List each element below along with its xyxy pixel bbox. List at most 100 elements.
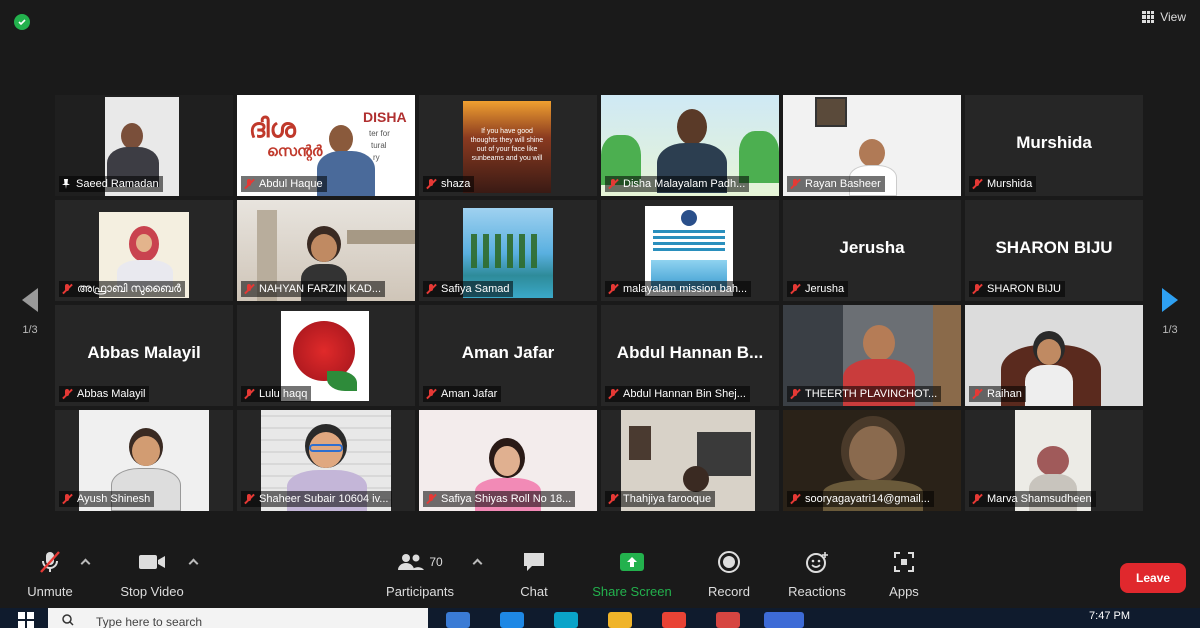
view-button-label: View: [1160, 10, 1186, 24]
participant-name-label: Murshida: [969, 176, 1037, 192]
participant-tile-murshida[interactable]: Murshida Murshida: [965, 95, 1143, 196]
participant-tile-jerusha[interactable]: Jerusha Jerusha: [783, 200, 961, 301]
participant-tile-shaza[interactable]: If you have good thoughts they will shin…: [419, 95, 597, 196]
mail-icon[interactable]: [500, 612, 524, 628]
participant-tile-safiya-shiyas-roll-no-18[interactable]: Safiya Shiyas Roll No 18...: [419, 410, 597, 511]
participant-name: shaza: [441, 178, 471, 190]
chrome-icon[interactable]: [662, 612, 686, 628]
video-options-caret[interactable]: [188, 558, 199, 569]
leave-button[interactable]: Leave: [1120, 563, 1186, 593]
unmute-button[interactable]: Unmute: [22, 548, 78, 599]
participant-tile-sharon-biju[interactable]: SHARON BIJU SHARON BIJU: [965, 200, 1143, 301]
muted-mic-icon: [425, 388, 437, 400]
participant-name-label: Raihan: [969, 386, 1026, 402]
participant-tile-aman-jafar[interactable]: Aman Jafar Aman Jafar: [419, 305, 597, 406]
stop-video-button[interactable]: Stop Video: [116, 548, 188, 599]
participant-name-label: Jerusha: [787, 281, 849, 297]
participant-tile-marva-shamsudheen[interactable]: Marva Shamsudheen: [965, 410, 1143, 511]
participant-tile-nahyan-farzin-kad[interactable]: NAHYAN FARZIN KAD...: [237, 200, 415, 301]
participant-name: Murshida: [987, 178, 1033, 190]
participant-tile-raihan[interactable]: Raihan: [965, 305, 1143, 406]
encryption-shield-icon[interactable]: [14, 14, 30, 30]
participant-tile-lulu-haqq[interactable]: Lulu haqq: [237, 305, 415, 406]
participant-name: Ayush Shinesh: [77, 493, 151, 505]
share-screen-label: Share Screen: [592, 584, 672, 599]
windows-taskbar: Type here to search 7:47 PM: [0, 608, 1200, 628]
stop-video-label: Stop Video: [120, 584, 184, 599]
participant-gallery: Saeed Ramadan ദിശ സെന്റർ DISHA ter for tural r…: [55, 95, 1143, 515]
participants-icon-wrap: 70: [380, 548, 460, 576]
muted-mic-icon: [22, 548, 78, 576]
participant-display-name: Aman Jafar: [461, 343, 555, 362]
view-button[interactable]: View: [1142, 10, 1186, 24]
smiley-icon: [786, 548, 848, 576]
muted-mic-icon: [789, 493, 801, 505]
participant-tile-participant[interactable]: അഫ്രാബി സുബൈർ: [55, 200, 233, 301]
task-view-icon[interactable]: [446, 612, 470, 628]
reactions-label: Reactions: [788, 584, 846, 599]
apps-icon: [884, 548, 924, 576]
muted-mic-icon: [243, 283, 255, 295]
disha-title: DISHA: [363, 109, 407, 125]
participant-name-label: Disha Malayalam Padh...: [605, 176, 750, 192]
participant-name: sooryagayatri14@gmail...: [805, 493, 930, 505]
participant-name-label: SHARON BIJU: [969, 281, 1065, 297]
participant-tile-shaheer-subair-10604-iv[interactable]: Shaheer Subair 10604 iv...: [237, 410, 415, 511]
grid-view-icon: [1142, 11, 1155, 23]
apps-button[interactable]: Apps: [884, 548, 924, 599]
audio-options-caret[interactable]: [80, 558, 91, 569]
participant-tile-disha-malayalam-padh[interactable]: Disha Malayalam Padh...: [601, 95, 779, 196]
participant-tile-saeed-ramadan[interactable]: Saeed Ramadan: [55, 95, 233, 196]
participant-name-label: Safiya Shiyas Roll No 18...: [423, 491, 576, 507]
chat-label: Chat: [520, 584, 548, 599]
chat-button[interactable]: Chat: [514, 548, 554, 599]
next-page-button[interactable]: 1/3: [1160, 288, 1180, 336]
participant-tile-safiya-samad[interactable]: Safiya Samad: [419, 200, 597, 301]
participant-tile-malayalam-mission-bah[interactable]: malayalam mission bah...: [601, 200, 779, 301]
participant-tile-abbas-malayil[interactable]: Abbas Malayil Abbas Malayil: [55, 305, 233, 406]
participant-tile-rayan-basheer[interactable]: Rayan Basheer: [783, 95, 961, 196]
taskbar-clock: 7:47 PM: [1089, 610, 1130, 622]
participant-tile-ayush-shinesh[interactable]: Ayush Shinesh: [55, 410, 233, 511]
participants-options-caret[interactable]: [472, 558, 483, 569]
participant-name-label: sooryagayatri14@gmail...: [787, 491, 934, 507]
participant-display-name: Abdul Hannan B...: [616, 343, 764, 362]
share-screen-icon: [592, 548, 672, 576]
file-explorer-icon[interactable]: [608, 612, 632, 628]
disha-malayalam-logo: ദിശ: [249, 113, 296, 143]
windows-start-icon[interactable]: [18, 612, 34, 628]
participant-tile-abdul-haque[interactable]: ദിശ സെന്റർ DISHA ter for tural ry Abdul Haque: [237, 95, 415, 196]
muted-mic-icon: [425, 283, 437, 295]
muted-mic-icon: [789, 283, 801, 295]
participant-name-label: THEERTH PLAVINCHOT...: [787, 386, 942, 402]
participant-name: Disha Malayalam Padh...: [623, 178, 746, 190]
zoom-taskbar-icon[interactable]: [764, 612, 804, 628]
share-screen-button[interactable]: Share Screen: [592, 548, 672, 599]
participant-name: അഫ്രാബി സുബൈർ: [77, 282, 181, 295]
video-camera-icon: [116, 548, 188, 576]
participant-tile-theerth-plavinchot[interactable]: THEERTH PLAVINCHOT...: [783, 305, 961, 406]
participants-count: 70: [429, 555, 443, 569]
participant-tile-sooryagayatri14-gmail[interactable]: sooryagayatri14@gmail...: [783, 410, 961, 511]
participants-button[interactable]: 70 Participants: [380, 548, 460, 599]
muted-mic-icon: [425, 493, 437, 505]
taskbar-search-input[interactable]: Type here to search: [48, 608, 428, 628]
quote-text: If you have good thoughts they will shin…: [470, 128, 544, 162]
participant-name-label: Saeed Ramadan: [59, 176, 163, 192]
muted-mic-icon: [789, 178, 801, 190]
record-button[interactable]: Record: [706, 548, 752, 599]
edge-browser-icon[interactable]: [554, 612, 578, 628]
participant-tile-abdul-hannan-bin-shej[interactable]: Abdul Hannan B... Abdul Hannan Bin Shej..…: [601, 305, 779, 406]
app-icon-red[interactable]: [716, 612, 740, 628]
page-indicator-right: 1/3: [1162, 324, 1178, 336]
previous-page-button[interactable]: 1/3: [20, 288, 40, 336]
participant-display-name: Abbas Malayil: [87, 343, 201, 362]
top-bar: View: [0, 0, 1200, 40]
chat-bubble-icon: [514, 548, 554, 576]
participant-name-label: Thahjiya farooque: [605, 491, 716, 507]
participant-tile-thahjiya-farooque[interactable]: Thahjiya farooque: [601, 410, 779, 511]
record-label: Record: [708, 584, 750, 599]
reactions-button[interactable]: Reactions: [786, 548, 848, 599]
muted-mic-icon: [607, 283, 619, 295]
participant-name-label: Shaheer Subair 10604 iv...: [241, 491, 393, 507]
